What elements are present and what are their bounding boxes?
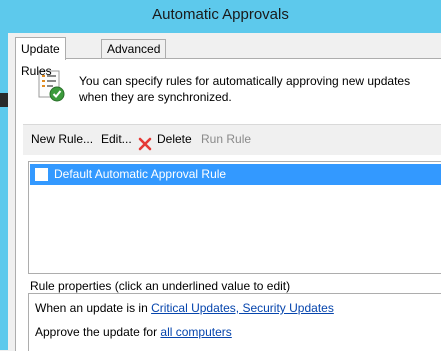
window-frame-left bbox=[0, 33, 8, 350]
rules-list[interactable]: Default Automatic Approval Rule bbox=[28, 161, 441, 274]
rule-properties-heading: Rule properties (click an underlined val… bbox=[30, 279, 291, 293]
property-line-target: Approve the update for all computers bbox=[35, 325, 232, 339]
tab-advanced[interactable]: Advanced bbox=[101, 39, 167, 59]
run-rule-button[interactable]: Run Rule bbox=[201, 132, 251, 146]
property-line-classification: When an update is in Critical Updates, S… bbox=[35, 301, 334, 315]
property-prefix: When an update is in bbox=[35, 301, 152, 315]
rules-toolbar: New Rule... Edit... Delete Run Rule bbox=[23, 124, 441, 155]
rule-label: Default Automatic Approval Rule bbox=[54, 167, 227, 181]
tab-update-rules[interactable]: Update Rules bbox=[15, 37, 66, 78]
rule-enabled-checkbox[interactable] bbox=[35, 168, 48, 181]
frame-notch bbox=[0, 93, 8, 107]
tab-advanced-label: Advanced bbox=[107, 42, 161, 56]
property-prefix: Approve the update for bbox=[35, 325, 161, 339]
edit-button[interactable]: Edit... bbox=[101, 132, 132, 146]
intro-text: You can specify rules for automatically … bbox=[79, 74, 411, 104]
list-item[interactable]: Default Automatic Approval Rule bbox=[30, 164, 441, 185]
new-rule-button[interactable]: New Rule... bbox=[31, 132, 93, 146]
delete-button[interactable]: Delete bbox=[157, 132, 192, 146]
delete-icon bbox=[138, 137, 152, 151]
rule-properties-box: When an update is in Critical Updates, S… bbox=[28, 293, 441, 351]
title-bar[interactable]: Automatic Approvals bbox=[0, 0, 441, 33]
window-title: Automatic Approvals bbox=[152, 6, 289, 23]
classification-link[interactable]: Critical Updates, Security Updates bbox=[151, 301, 334, 315]
computer-group-link[interactable]: all computers bbox=[160, 325, 231, 339]
